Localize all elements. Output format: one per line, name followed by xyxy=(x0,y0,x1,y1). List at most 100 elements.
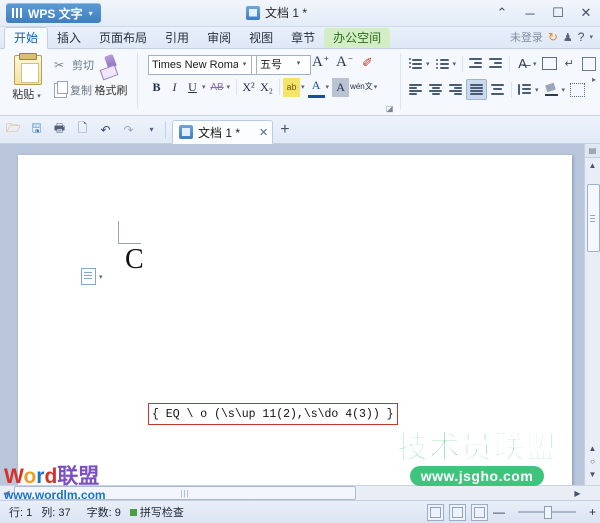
horizontal-scroll-thumb[interactable]: ||| xyxy=(14,486,356,500)
tab-office-space[interactable]: 办公空间 xyxy=(324,28,390,48)
highlight-dropdown-icon[interactable]: ▾ xyxy=(301,83,305,91)
paste-button[interactable]: 粘贴 ▾ xyxy=(6,53,50,109)
chevron-down-icon[interactable]: ▾ xyxy=(37,93,41,100)
tab-insert[interactable]: 插入 xyxy=(48,28,90,48)
sort-dropdown-icon[interactable]: ▾ xyxy=(533,60,537,68)
text-direction-button[interactable] xyxy=(580,54,599,73)
line-spacing-button[interactable] xyxy=(515,80,534,99)
char-shading-button[interactable]: A xyxy=(332,78,349,97)
vertical-scroll-thumb[interactable] xyxy=(587,184,600,252)
sort-button[interactable]: A̶ xyxy=(513,54,532,73)
font-dialog-launcher[interactable]: ◪ xyxy=(386,104,395,113)
refresh-icon[interactable]: ↻ xyxy=(548,30,558,44)
superscript-button[interactable]: X² xyxy=(240,78,257,97)
open-icon[interactable]: 🗁 xyxy=(4,120,23,139)
close-icon[interactable]: ✕ xyxy=(259,126,268,139)
bullet-list-button[interactable] xyxy=(406,54,425,73)
font-size-dropdown-icon[interactable]: ▾ xyxy=(292,55,305,73)
font-color-dropdown-icon[interactable]: ▾ xyxy=(326,83,330,91)
split-window-handle[interactable]: ▤ xyxy=(585,144,600,158)
borders-button[interactable] xyxy=(568,80,587,99)
web-view-button[interactable] xyxy=(471,504,488,521)
shrink-font-button[interactable]: A xyxy=(336,54,347,71)
select-browse-object-icon[interactable]: ○ xyxy=(590,457,595,466)
vertical-scrollbar[interactable]: ▤ ▲ ▲ ○ ▼ xyxy=(584,144,600,485)
pinyin-guide-button[interactable]: wén文 xyxy=(350,78,373,97)
increase-indent-button[interactable] xyxy=(486,54,505,73)
align-justify-button[interactable] xyxy=(466,79,487,100)
scroll-up-button[interactable]: ▲ xyxy=(585,158,600,172)
zoom-handle[interactable] xyxy=(544,506,552,519)
document-tab[interactable]: 文档 1 * ✕ xyxy=(172,120,273,144)
shading-button[interactable] xyxy=(542,80,561,99)
subscript-button[interactable]: X₂ xyxy=(258,78,275,97)
document-page[interactable]: ▾ xyxy=(18,155,572,485)
field-code-text[interactable]: { EQ \ o (\s\up 11(2),\s\do 4(3)) } xyxy=(148,403,398,425)
page-view-button[interactable] xyxy=(427,504,444,521)
underline-button[interactable]: U xyxy=(184,78,201,97)
align-left-button[interactable] xyxy=(406,80,425,99)
zoom-slider[interactable] xyxy=(510,505,584,519)
new-document-button[interactable]: + xyxy=(280,121,289,139)
status-spellcheck[interactable]: 拼写检查 xyxy=(130,504,184,520)
print-preview-icon[interactable]: 🗋 xyxy=(73,120,92,139)
help-icon[interactable]: ? xyxy=(578,30,585,44)
tab-review[interactable]: 审阅 xyxy=(198,28,240,48)
align-center-button[interactable] xyxy=(426,80,445,99)
chevron-down-icon[interactable]: ▾ xyxy=(99,273,103,281)
zoom-out-button[interactable]: — xyxy=(493,505,505,519)
copy-button[interactable]: 复制 xyxy=(54,82,92,98)
distribute-button[interactable] xyxy=(488,80,507,99)
print-icon[interactable]: 🖶 xyxy=(50,120,69,139)
next-page-icon[interactable]: ▼ xyxy=(589,470,597,479)
tab-references[interactable]: 引用 xyxy=(156,28,198,48)
login-status-label[interactable]: 未登录 xyxy=(510,29,543,45)
line-spacing-dropdown-icon[interactable]: ▾ xyxy=(535,86,539,94)
bold-button[interactable]: B xyxy=(148,78,165,97)
ribbon-expand-icon[interactable]: ▸ xyxy=(592,75,596,84)
shading-dropdown-icon[interactable]: ▾ xyxy=(562,86,566,94)
maximize-button[interactable]: ☐ xyxy=(544,0,572,26)
collapse-ribbon-button[interactable]: ⌃ xyxy=(488,0,516,26)
close-button[interactable]: ✕ xyxy=(572,0,600,26)
decrease-indent-button[interactable] xyxy=(466,54,485,73)
outline-view-button[interactable] xyxy=(449,504,466,521)
undo-icon[interactable]: ↶ xyxy=(96,120,115,139)
zoom-in-button[interactable]: + xyxy=(589,505,596,519)
strikethrough-dropdown-icon[interactable]: ▾ xyxy=(227,83,231,91)
titlebar-document-chip[interactable]: 文档 1 * xyxy=(246,4,307,21)
bullet-dropdown-icon[interactable]: ▾ xyxy=(426,60,430,68)
pinyin-dropdown-icon[interactable]: ▾ xyxy=(374,83,378,91)
tab-chapter[interactable]: 章节 xyxy=(282,28,324,48)
italic-button[interactable]: I xyxy=(166,78,183,97)
status-word-count[interactable]: 字数: 9 xyxy=(87,504,121,520)
numbered-list-button[interactable] xyxy=(433,54,452,73)
scroll-right-button[interactable]: ▶ xyxy=(571,489,584,498)
grow-font-button[interactable]: A xyxy=(312,54,323,71)
underline-dropdown-icon[interactable]: ▾ xyxy=(202,83,206,91)
save-icon[interactable]: 🖫 xyxy=(27,120,46,139)
chevron-down-icon[interactable]: ▾ xyxy=(589,33,593,41)
scroll-left-button[interactable]: ◀ xyxy=(0,489,13,498)
strikethrough-button[interactable]: AB xyxy=(209,78,226,97)
tab-view[interactable]: 视图 xyxy=(240,28,282,48)
previous-page-icon[interactable]: ▲ xyxy=(589,444,597,453)
font-name-dropdown-icon[interactable]: ▾ xyxy=(238,55,252,75)
font-color-button[interactable]: A xyxy=(308,76,325,98)
cut-button[interactable]: ✂ 剪切 xyxy=(54,57,94,73)
skin-icon[interactable]: ♟ xyxy=(563,31,573,44)
align-right-button[interactable] xyxy=(446,80,465,99)
table-button[interactable] xyxy=(540,54,559,73)
clear-format-icon[interactable]: ✐ xyxy=(362,55,373,71)
show-marks-button[interactable]: ↵ xyxy=(560,54,579,73)
redo-icon[interactable]: ↷ xyxy=(119,120,138,139)
paste-options-smart-tag[interactable]: ▾ xyxy=(81,268,103,285)
wps-app-button[interactable]: WPS 文字 ▾ xyxy=(6,3,101,23)
customize-quick-access-icon[interactable]: ▾ xyxy=(142,120,161,139)
highlight-button[interactable]: ab xyxy=(283,78,300,97)
tab-page-layout[interactable]: 页面布局 xyxy=(90,28,156,48)
horizontal-scrollbar[interactable]: ◀ ||| ▶ xyxy=(0,485,600,500)
tab-start[interactable]: 开始 xyxy=(4,27,48,49)
minimize-button[interactable]: ─ xyxy=(516,0,544,26)
format-painter-button[interactable]: 格式刷 xyxy=(92,53,130,98)
